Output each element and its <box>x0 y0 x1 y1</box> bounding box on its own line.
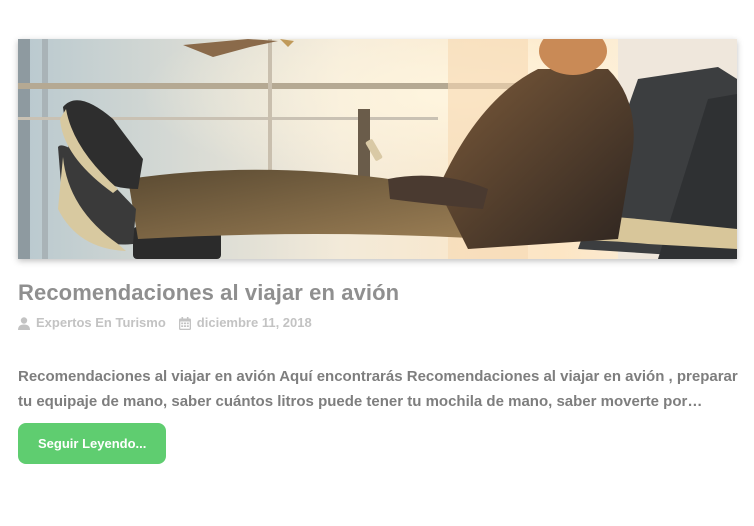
read-more-button[interactable]: Seguir Leyendo... <box>18 423 167 464</box>
user-icon <box>18 316 30 330</box>
airport-traveler-image <box>18 39 737 259</box>
post-card: Recomendaciones al viajar en avión Exper… <box>18 39 738 464</box>
post-meta: Expertos En Turismo diciembre 11, 2018 <box>18 315 737 331</box>
post-featured-image[interactable] <box>18 39 737 259</box>
post-date-text: diciembre 11, 2018 <box>196 315 312 330</box>
post-excerpt: Recomendaciones al viajar en avión Aquí … <box>18 368 738 410</box>
post-author[interactable]: Expertos En Turismo <box>18 315 166 331</box>
calendar-icon <box>178 316 191 330</box>
post-title[interactable]: Recomendaciones al viajar en avión <box>18 279 737 307</box>
post-date: diciembre 11, 2018 <box>178 315 312 331</box>
post-author-name: Expertos En Turismo <box>36 315 166 330</box>
